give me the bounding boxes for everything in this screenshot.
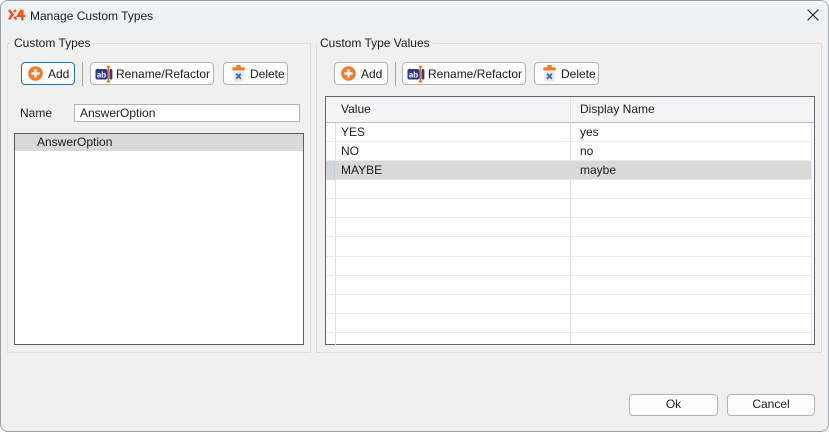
svg-text:ab: ab — [97, 70, 106, 79]
svg-text:ab: ab — [409, 70, 418, 79]
